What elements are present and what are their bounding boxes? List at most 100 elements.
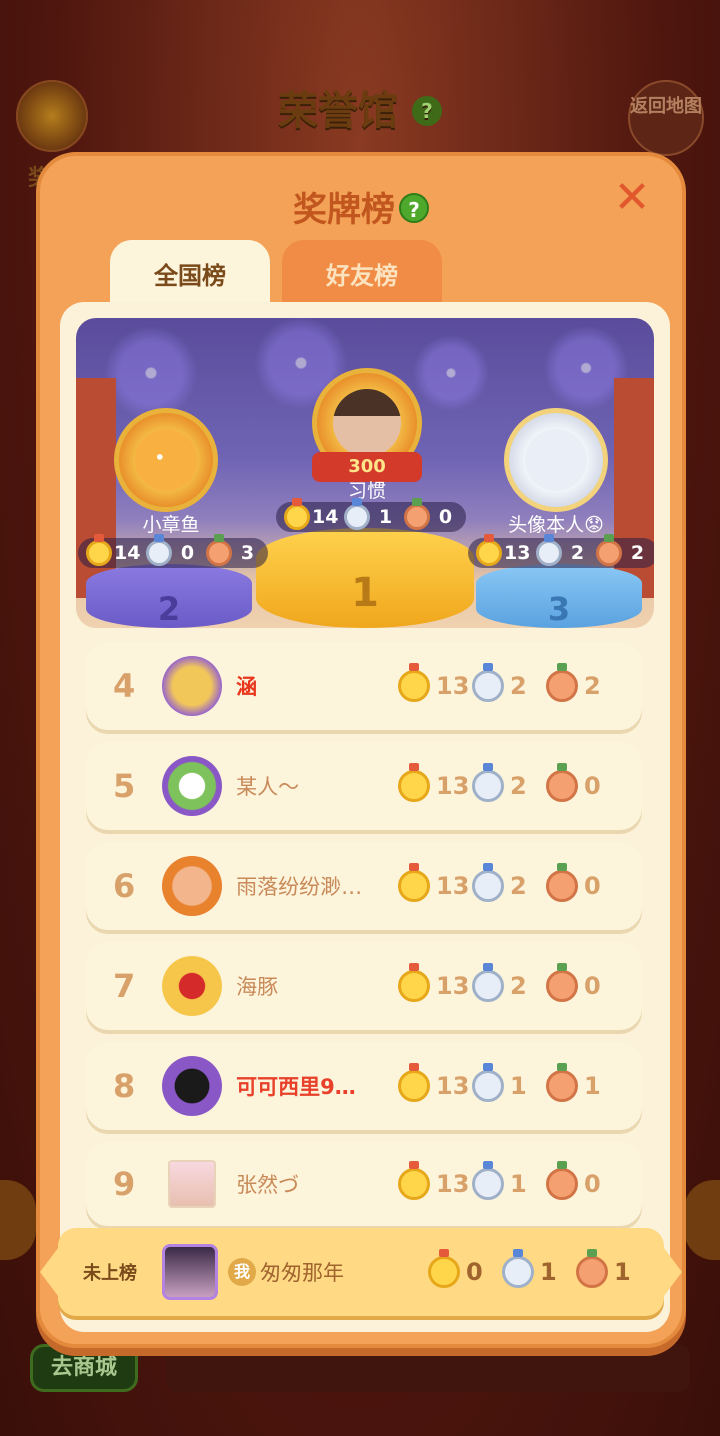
gold-medal-icon (476, 534, 502, 566)
second-gold-count: 14 (114, 542, 141, 564)
row-name: 某人～ (236, 775, 300, 799)
page-help-icon[interactable]: ? (411, 96, 442, 126)
gold-medal-icon (398, 1063, 430, 1102)
my-rank-row[interactable]: 未上榜 我 匆匆那年 0 1 1 (40, 1228, 682, 1316)
bronze-count: 1 (584, 1072, 601, 1100)
bronze-medal-icon (404, 498, 431, 530)
first-bronze-count: 0 (438, 506, 453, 528)
firework-decoration (406, 328, 496, 418)
table-row[interactable]: 5 某人～ 13 2 0 (86, 742, 642, 830)
row-name: 海豚 (236, 975, 279, 999)
my-rank-label: 未上榜 (83, 1263, 137, 1284)
row-name: 雨落纷纷渺… (236, 875, 363, 899)
gold-medal-icon (398, 863, 430, 902)
avatar[interactable] (162, 756, 223, 816)
bottom-bar (166, 1344, 690, 1392)
go-to-shop-button[interactable]: 去商城 (30, 1344, 138, 1392)
row-rank: 9 (112, 1165, 136, 1203)
close-icon[interactable]: ✕ (612, 176, 652, 220)
silver-count: 2 (510, 972, 527, 1000)
bronze-medal-icon (546, 663, 578, 702)
gold-medal-icon (398, 763, 430, 802)
gold-count: 13 (436, 872, 470, 900)
podium-stand-1: 1 (256, 528, 474, 628)
row-stats: 13 2 2 (398, 663, 620, 702)
bronze-count: 0 (584, 872, 601, 900)
bronze-medal-icon (546, 963, 578, 1002)
third-place-stats: 13 2 2 (468, 534, 654, 568)
page-title: 荣誉馆 ? (0, 78, 720, 136)
avatar[interactable] (162, 656, 223, 716)
podium-stand-2: 2 (86, 564, 252, 628)
silver-count: 2 (510, 872, 527, 900)
silver-count: 2 (510, 772, 527, 800)
podium: 2 1 3 300 习惯 14 1 0 小章鱼 14 0 3 头像本人😟 13 … (76, 318, 654, 628)
table-row[interactable]: 6 雨落纷纷渺… 13 2 0 (86, 842, 642, 930)
gold-medal-icon (428, 1249, 460, 1288)
right-edge-decoration (684, 1180, 720, 1260)
second-silver-count: 0 (180, 542, 195, 564)
bronze-count: 1 (614, 1258, 631, 1286)
bronze-medal-icon (576, 1249, 608, 1288)
gold-medal-icon (86, 534, 112, 566)
silver-count: 1 (540, 1258, 557, 1286)
tab-friends[interactable]: 好友榜 (282, 240, 442, 306)
gold-medal-icon (284, 498, 310, 530)
gold-count: 0 (466, 1258, 483, 1286)
row-name: 涵 (236, 675, 258, 699)
first-silver-count: 1 (378, 506, 393, 528)
bronze-count: 2 (584, 672, 601, 700)
row-rank: 8 (112, 1067, 136, 1105)
gold-medal-icon (398, 963, 430, 1002)
third-place-avatar[interactable] (504, 408, 608, 512)
silver-count: 1 (510, 1170, 527, 1198)
row-stats: 13 2 0 (398, 763, 620, 802)
bronze-medal-icon (206, 534, 233, 566)
row-stats: 13 1 1 (398, 1063, 620, 1102)
me-badge: 我 (228, 1258, 256, 1286)
help-icon[interactable]: ? (399, 193, 429, 223)
first-place-stats: 14 1 0 (276, 498, 467, 532)
gold-count: 13 (436, 972, 470, 1000)
silver-medal-icon (344, 498, 371, 530)
table-row[interactable]: 9 张然づ 13 1 0 (86, 1142, 642, 1226)
avatar[interactable] (162, 856, 223, 916)
row-rank: 5 (112, 767, 136, 805)
row-stats: 13 1 0 (398, 1161, 620, 1200)
tab-national[interactable]: 全国榜 (110, 240, 270, 306)
silver-medal-icon (472, 763, 504, 802)
silver-medal-icon (472, 1161, 504, 1200)
silver-count: 2 (510, 672, 527, 700)
silver-medal-icon (472, 963, 504, 1002)
avatar[interactable] (162, 1056, 223, 1116)
table-row[interactable]: 4 涵 13 2 2 (86, 642, 642, 730)
bronze-count: 0 (584, 1170, 601, 1198)
row-stats: 13 2 0 (398, 963, 620, 1002)
table-row[interactable]: 8 可可西里9… 13 1 1 (86, 1042, 642, 1130)
third-bronze-count: 2 (630, 542, 645, 564)
second-place-name: 小章鱼 (142, 514, 200, 536)
bronze-medal-icon (546, 763, 578, 802)
avatar[interactable] (162, 956, 223, 1016)
bronze-medal-icon (546, 1161, 578, 1200)
page-title-text: 荣誉馆 (278, 88, 399, 134)
modal-title: 奖牌榜? (40, 182, 682, 231)
second-bronze-count: 3 (240, 542, 255, 564)
gold-count: 13 (436, 772, 470, 800)
row-stats: 13 2 0 (398, 863, 620, 902)
avatar[interactable] (168, 1160, 217, 1208)
third-place-name: 头像本人😟 (508, 514, 604, 536)
silver-medal-icon (536, 534, 563, 566)
table-row[interactable]: 7 海豚 13 2 0 (86, 942, 642, 1030)
second-place-avatar[interactable] (114, 408, 218, 512)
row-rank: 4 (112, 667, 136, 705)
my-stats: 0 1 1 (428, 1249, 650, 1288)
avatar[interactable] (162, 1244, 218, 1300)
silver-medal-icon (472, 1063, 504, 1102)
bronze-medal-icon (546, 1063, 578, 1102)
bronze-medal-icon (596, 534, 623, 566)
row-name: 可可西里9… (236, 1075, 356, 1099)
podium-stand-3: 3 (476, 564, 642, 628)
back-to-map-button[interactable]: 返回地图 (628, 80, 704, 156)
second-place-stats: 14 0 3 (78, 534, 269, 568)
